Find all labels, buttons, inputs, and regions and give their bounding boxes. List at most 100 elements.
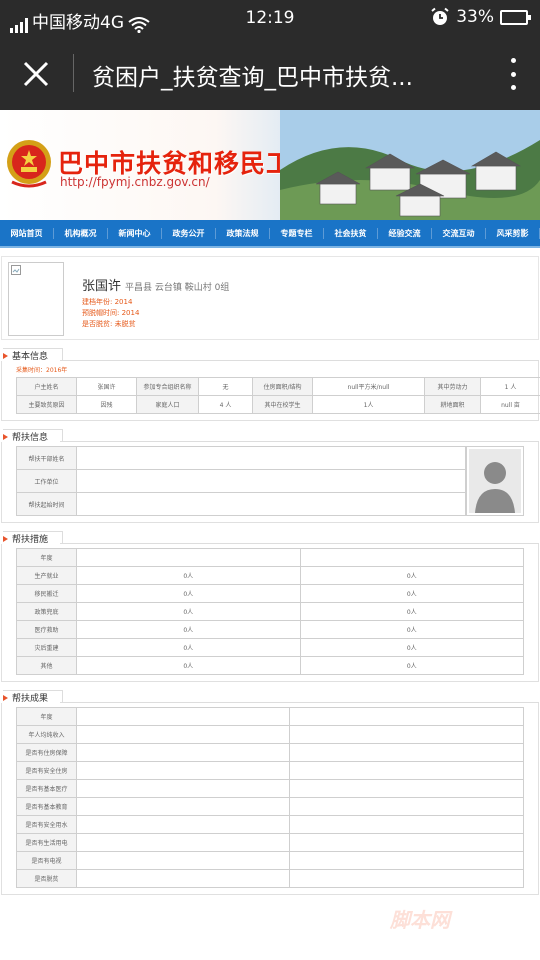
table-cell [299,548,524,567]
table-row: 年度 [16,548,524,567]
table-cell [289,869,524,888]
table-row: 是否有基本教育 [16,797,524,816]
table-cell: 0人 [299,584,524,603]
table-row: 帮扶起始时间 [16,492,467,516]
table-cell [289,851,524,870]
table-cell: 是否有电视 [16,851,77,870]
person-silhouette-icon [469,449,522,513]
menu-item[interactable]: 政策法规 [216,227,270,239]
table-cell: 0人 [76,620,301,639]
cadre-photo [466,446,524,516]
help-info-table: 帮扶干部姓名 工作单位 帮扶起始时间 [16,446,467,516]
table-cell: 移民搬迁 [16,584,77,603]
table-cell: 耕地面积 [424,395,481,414]
table-cell [75,446,467,470]
table-cell: 0人 [299,602,524,621]
menu-item[interactable]: 政务公开 [162,227,216,239]
table-cell [289,833,524,852]
table-cell [75,469,467,493]
help-info-header: 帮扶信息 [0,429,540,443]
table-cell: 是否脱贫 [16,869,77,888]
main-menu: 网站首页 机构概况 新闻中心 政务公开 政策法规 专题专栏 社会扶贫 经验交流 交流互动 风采剪影 [0,220,540,248]
table-cell: 是否有生活用电 [16,833,77,852]
table-cell: 灾后重建 [16,638,77,657]
table-cell: 因残 [76,395,137,414]
section-title: 帮扶措施 [3,531,64,545]
section-title: 基本信息 [3,348,64,362]
record-year: 建档年份: 2014 [82,298,133,306]
table-cell: 帮扶起始时间 [16,492,77,516]
table-cell [76,761,290,780]
table-cell: null 亩 [480,395,540,414]
table-cell: 工作单位 [16,469,77,493]
table-cell: 0人 [76,584,301,603]
table-cell: 住房面积/结构 [252,377,313,396]
more-options-icon[interactable] [508,58,518,90]
menu-item[interactable]: 机构概况 [54,227,108,239]
table-cell [76,851,290,870]
table-cell: 年度 [16,548,77,567]
table-cell: 其他 [16,656,77,675]
table-cell [76,815,290,834]
close-icon[interactable] [18,56,54,92]
broken-image-icon [11,265,21,275]
basic-info-section: 采集时间：2016年 户主姓名 张国许 参加专合组织名称无住房面积/结构 null平方… [1,361,540,421]
site-banner: 巴中市扶贫和移民工作局 http://fpymj.cnbz.gov.cn/ [0,110,540,220]
plan-year: 预脱帽时间: 2014 [82,309,140,317]
householder-name: 张国许 [82,279,122,294]
table-cell [76,869,290,888]
table-cell [76,743,290,762]
menu-item[interactable]: 专题专栏 [270,227,324,239]
table-cell: 0人 [76,656,301,675]
site-url[interactable]: http://fpymj.cnbz.gov.cn/ [60,175,210,189]
page-title: 贫困户_扶贫查询_巴中市扶贫... [92,65,413,91]
table-row: 主要致贫原因 因残 家庭人口 4 人其中在校学生 1人 耕地面积 null 亩 [16,395,540,414]
table-cell: 0人 [76,602,301,621]
table-cell [76,833,290,852]
table-cell: 0人 [299,638,524,657]
table-cell [76,779,290,798]
table-row: 是否有基本医疗 [16,779,524,798]
results-header: 帮扶成果 [0,690,540,704]
table-row: 灾后重建 0人 0人 [16,638,524,657]
table-cell: 家庭人口 [136,395,199,414]
table-cell [289,815,524,834]
national-emblem-icon [7,140,51,188]
table-cell: 4 人 [198,395,253,414]
table-cell [289,761,524,780]
table-row: 是否有住房保障 [16,743,524,762]
results-section: 年度 年人均纯收入 是否有住房保障 是否有安全住房 是否有基本医疗 是否有基本教育 是否有安… [1,703,539,895]
table-row: 是否有电视 [16,851,524,870]
battery-icon [500,9,531,25]
table-cell: 政策兜底 [16,602,77,621]
table-cell: 是否有基本教育 [16,797,77,816]
table-cell: null平方米/null [312,377,425,396]
household-name: 张国许 平昌县 云台镇 鞍山村 0组 [82,275,229,294]
table-cell [76,797,290,816]
household-address: 平昌县 云台镇 鞍山村 0组 [125,283,230,293]
menu-item[interactable]: 网站首页 [0,227,54,239]
basic-info-table: 户主姓名 张国许 参加专合组织名称无住房面积/结构 null平方米/null 其中劳动力… [16,377,540,414]
alarm-icon [431,7,449,25]
table-row: 生产就业 0人 0人 [16,566,524,585]
table-cell: 1 人 [480,377,540,396]
status-right: 33% [430,7,531,27]
menu-item[interactable]: 社会扶贫 [324,227,378,239]
table-cell: 无 [198,377,253,396]
table-row: 是否有生活用电 [16,833,524,852]
table-row: 是否有安全住房 [16,761,524,780]
measures-table: 年度 生产就业 0人 0人 移民搬迁 0人 0人 政策兜底 0人 0人 医疗救助 0人 0人 灾后重建 0人… [16,548,524,675]
table-cell: 帮扶干部姓名 [16,446,77,470]
collect-time: 采集时间：2016年 [16,367,68,374]
table-cell [289,743,524,762]
menu-item[interactable]: 风采剪影 [486,227,540,239]
menu-item[interactable]: 经验交流 [378,227,432,239]
table-cell: 参加专合组织名称 [136,377,199,396]
menu-item[interactable]: 交流互动 [432,227,486,239]
table-cell [289,797,524,816]
menu-item[interactable]: 新闻中心 [108,227,162,239]
table-row: 工作单位 [16,469,467,493]
help-info-section: 帮扶干部姓名 工作单位 帮扶起始时间 [1,442,539,523]
table-cell: 年度 [16,707,77,726]
table-cell: 1人 [312,395,425,414]
